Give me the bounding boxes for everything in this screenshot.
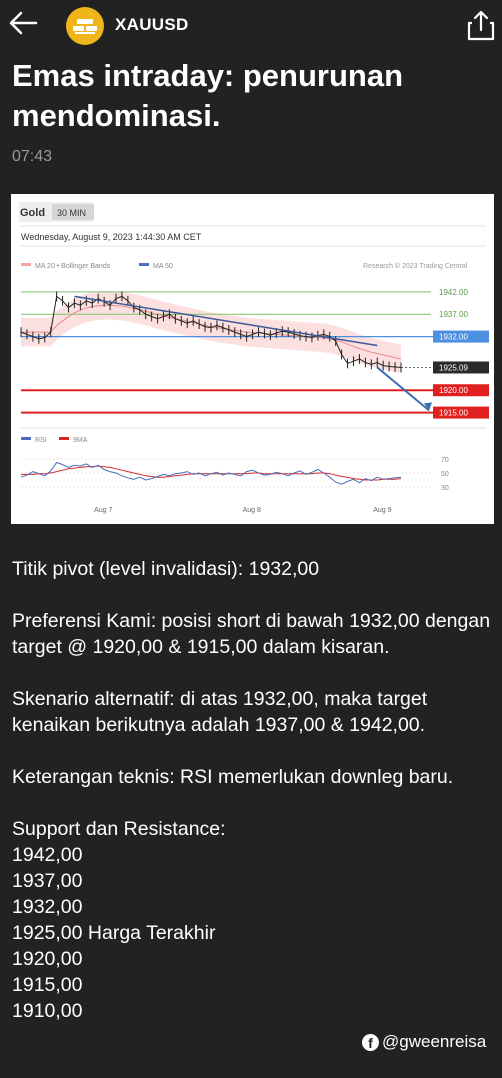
rsi-tick: 30 xyxy=(441,485,449,492)
x-tick-label: Aug 7 xyxy=(94,507,112,514)
legend-swatch-9ma xyxy=(59,437,69,440)
sr-level: 1942,00 xyxy=(12,844,83,866)
article-title: Emas intraday: penurunan mendominasi. xyxy=(12,58,404,133)
sr-level: 1937,00 xyxy=(12,870,83,892)
sr-level: 1910,00 xyxy=(12,1000,83,1022)
sr-title: Support dan Resistance: xyxy=(12,818,226,840)
article-body: Titik pivot (level invalidasi): 1932,00 … xyxy=(12,556,492,1024)
legend-swatch-bb xyxy=(21,263,31,266)
watermark-text: @gweenreisa xyxy=(382,1032,487,1051)
facebook-icon: f xyxy=(362,1033,379,1051)
level-label: 1920.00 xyxy=(439,386,468,395)
legend-swatch-ma50 xyxy=(139,263,149,266)
level-label: 1942.00 xyxy=(439,288,468,297)
sr-level: 1920,00 xyxy=(12,948,83,970)
chart-timeframe: 30 MIN xyxy=(57,208,86,218)
watermark: f @gweenreisa xyxy=(362,1032,486,1052)
rsi-tick: 50 xyxy=(441,471,449,478)
chart-credit: Research © 2023 Trading Central xyxy=(363,262,468,270)
top-bar: XAUUSD xyxy=(0,0,502,52)
technical-paragraph: Keterangan teknis: RSI memerlukan downle… xyxy=(12,766,454,788)
gold-bars-icon xyxy=(66,7,104,45)
instrument-symbol: XAUUSD xyxy=(115,15,189,34)
sr-level: 1915,00 xyxy=(12,974,83,996)
level-label: 1925.09 xyxy=(439,363,468,372)
pivot-paragraph: Titik pivot (level invalidasi): 1932,00 xyxy=(12,558,320,580)
legend-ma20: MA 20 • Bollinger Bands xyxy=(35,263,111,270)
article-time: 07:43 xyxy=(12,148,53,165)
legend-swatch-rsi xyxy=(21,437,31,440)
rsi-ma-label: 9MA xyxy=(73,437,88,444)
share-icon[interactable] xyxy=(466,8,496,42)
alternative-paragraph: Skenario alternatif: di atas 1932,00, ma… xyxy=(12,688,428,736)
legend-ma50: MA 50 xyxy=(153,263,173,270)
rsi-tick: 70 xyxy=(441,457,449,464)
preference-paragraph: Preferensi Kami: posisi short di bawah 1… xyxy=(12,610,491,658)
price-chart: Gold 30 MIN Wednesday, August 9, 2023 1:… xyxy=(11,194,494,524)
sr-level: 1925,00 Harga Terakhir xyxy=(12,922,216,944)
level-label: 1915.00 xyxy=(439,409,468,418)
rsi-label: RSI xyxy=(35,437,47,444)
sr-level: 1932,00 xyxy=(12,896,83,918)
x-tick-label: Aug 9 xyxy=(373,507,391,514)
x-tick-label: Aug 8 xyxy=(243,507,261,514)
level-label: 1937.00 xyxy=(439,310,468,319)
chart-instrument: Gold xyxy=(20,207,45,219)
arrow-left-icon[interactable] xyxy=(6,6,40,40)
support-resistance-list: Support dan Resistance: 1942,00 1937,00 … xyxy=(12,816,492,1024)
level-label: 1932.00 xyxy=(439,333,468,342)
chart-datetime: Wednesday, August 9, 2023 1:44:30 AM CET xyxy=(21,232,202,242)
